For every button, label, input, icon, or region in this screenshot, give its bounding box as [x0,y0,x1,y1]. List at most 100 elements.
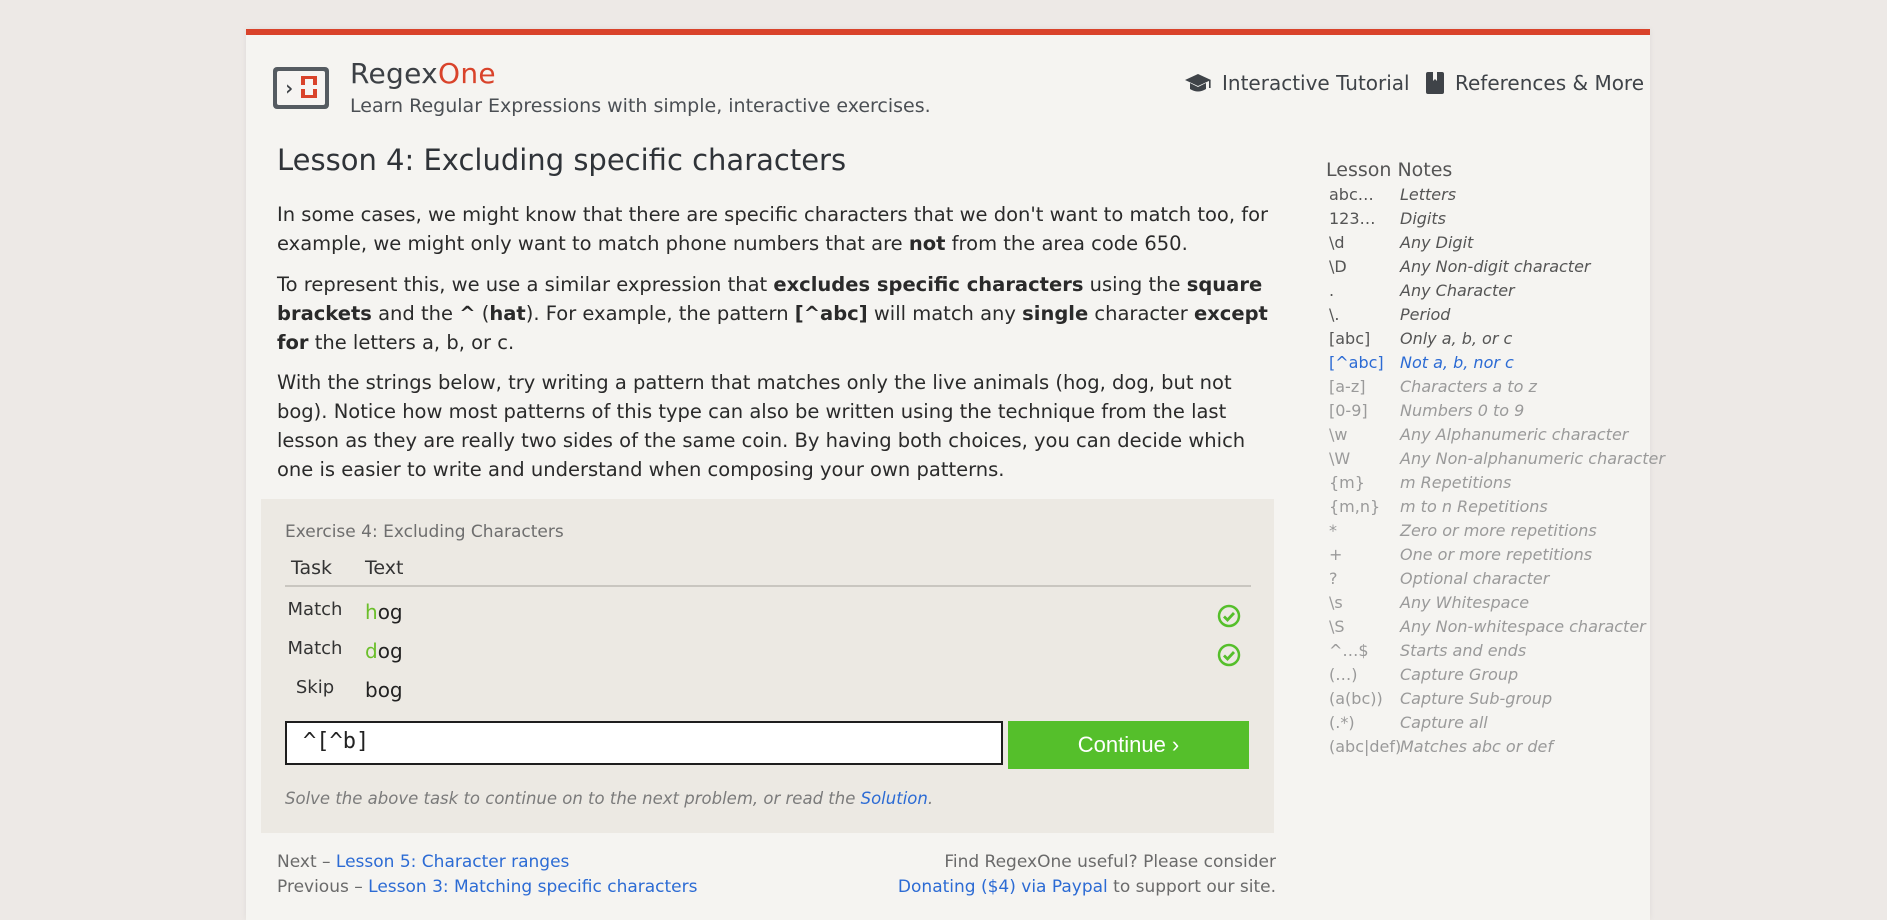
previous-lesson: Previous – Lesson 3: Matching specific c… [277,875,698,900]
lesson-note-item[interactable]: \w Any Alphanumeric character [1329,425,1649,449]
book-icon [1425,71,1445,95]
note-syntax: \s [1329,593,1343,612]
previous-lesson-link[interactable]: Lesson 3: Matching specific characters [368,877,697,897]
note-description: Optional character [1400,569,1550,588]
exercise-hint: Solve the above task to continue on to t… [285,789,933,808]
task-text-rest: og [377,639,403,663]
lesson-note-item[interactable]: \. Period [1329,305,1649,329]
task-text: bog [365,678,403,702]
donate-line-1: Find RegexOne useful? Please consider [944,852,1276,872]
p2-text-o: the letters a, b, or c. [308,331,515,354]
note-syntax: (…) [1329,665,1358,684]
exercise-table-header: Task Text [285,555,1251,587]
lesson-note-item[interactable]: ? Optional character [1329,569,1649,593]
tagline: Learn Regular Expressions with simple, i… [350,95,931,117]
p1-text-c: from the area code 650. [945,232,1188,255]
continue-button[interactable]: Continue › [1008,721,1249,769]
lesson-note-item[interactable]: [^abc] Not a, b, nor c [1329,353,1649,377]
note-description: Matches abc or def [1400,737,1554,756]
hint-post: . [927,789,934,808]
lesson-note-item[interactable]: (a(bc)) Capture Sub-group [1329,689,1649,713]
lesson-note-item[interactable]: abc… Letters [1329,185,1649,209]
lesson-note-item[interactable]: (.*) Capture all [1329,713,1649,737]
lesson-note-item[interactable]: . Any Character [1329,281,1649,305]
note-syntax: . [1329,281,1335,300]
nav-interactive-tutorial[interactable]: Interactive Tutorial [1184,71,1410,95]
lesson-note-item[interactable]: \D Any Non-digit character [1329,257,1649,281]
donate-link[interactable]: Donating ($4) via Paypal [898,877,1108,897]
note-syntax: \S [1329,617,1345,636]
match-highlight: d [365,639,378,663]
task-label: Skip [295,677,335,698]
page-card: › RegexOne Learn Regular Expressions wit… [246,29,1665,920]
lesson-note-item[interactable]: ^…$ Starts and ends [1329,641,1649,665]
solution-link[interactable]: Solution [861,789,928,808]
task-label: Match [287,638,343,659]
nav-tutorial-label: Interactive Tutorial [1222,71,1410,95]
p1-bold-not: not [908,232,946,255]
note-syntax: {m} [1329,473,1365,492]
lesson-note-item[interactable]: (…) Capture Group [1329,665,1649,689]
note-syntax: \W [1329,449,1351,468]
note-description: Letters [1400,185,1457,204]
p2-text-c: using the [1083,273,1187,296]
note-description: Period [1400,305,1451,324]
bracket-icon [301,76,317,98]
note-description: Characters a to z [1400,377,1537,396]
note-syntax: + [1329,545,1343,564]
lesson-note-item[interactable]: * Zero or more repetitions [1329,521,1649,545]
lesson-note-item[interactable]: [0-9] Numbers 0 to 9 [1329,401,1649,425]
note-syntax: \. [1329,305,1340,324]
donate-post: to support our site. [1107,877,1276,897]
lesson-note-item[interactable]: {m,n} m to n Repetitions [1329,497,1649,521]
lesson-note-item[interactable]: [abc] Only a, b, or c [1329,329,1649,353]
note-syntax: 123… [1329,209,1376,228]
note-syntax: \d [1329,233,1345,252]
exercise-panel: Exercise 4: Excluding Characters Task Te… [261,499,1274,833]
brand-title[interactable]: RegexOne [350,57,496,90]
lesson-note-item[interactable]: \S Any Non-whitespace character [1329,617,1649,641]
brand-regex: Regex [350,57,439,90]
lesson-note-item[interactable]: \W Any Non-alphanumeric character [1329,449,1665,473]
p2-bold-h: hat [489,302,526,325]
table-row: Skip bog [285,673,1251,709]
nav-references-label: References & More [1455,71,1645,95]
lesson-note-item[interactable]: 123… Digits [1329,209,1649,233]
graduation-cap-icon [1184,72,1212,94]
note-description: One or more repetitions [1400,545,1593,564]
lesson-notes-list: abc… Letters 123… Digits \d Any Digit \D Any No… [1329,185,1665,761]
lesson-note-item[interactable]: {m} m Repetitions [1329,473,1649,497]
lesson-paragraph-3: With the strings below, try writing a pa… [277,371,1246,481]
task-label: Match [287,599,343,620]
note-syntax: [a-z] [1329,377,1366,396]
note-syntax: * [1329,521,1337,540]
note-syntax: \w [1329,425,1348,444]
nav-references[interactable]: References & More [1425,71,1644,95]
note-description: m Repetitions [1400,473,1512,492]
donate-line-2: Donating ($4) via Paypal to support our … [876,875,1276,900]
next-lesson-link[interactable]: Lesson 5: Character ranges [336,852,570,872]
regexone-logo[interactable]: › [273,67,329,109]
previous-prefix: Previous – [277,877,369,897]
p2-text-a: To represent this, we use a similar expr… [277,273,774,296]
regex-input[interactable]: ^[^b] [285,721,1003,765]
note-description: Not a, b, nor c [1400,353,1514,372]
table-row: Match hog [285,595,1251,631]
note-syntax: ? [1329,569,1338,588]
lesson-notes-title: Lesson Notes [1326,159,1453,181]
lesson-note-item[interactable]: \d Any Digit [1329,233,1649,257]
lesson-note-item[interactable]: (abc|def) Matches abc or def [1329,737,1649,761]
col-task-header: Task [291,557,333,579]
p2-bold-f: ^ [459,302,476,325]
check-circle-icon [1217,643,1241,671]
lesson-note-item[interactable]: + One or more repetitions [1329,545,1649,569]
match-highlight: h [365,600,378,624]
lesson-note-item[interactable]: [a-z] Characters a to z [1329,377,1649,401]
lesson-note-item[interactable]: \s Any Whitespace [1329,593,1649,617]
task-text: dog [365,639,403,663]
note-description: Any Alphanumeric character [1400,425,1629,444]
p2-bold-l: single [1022,302,1089,325]
note-syntax: [abc] [1329,329,1371,348]
exercise-title: Exercise 4: Excluding Characters [285,522,564,542]
note-description: Zero or more repetitions [1400,521,1597,540]
